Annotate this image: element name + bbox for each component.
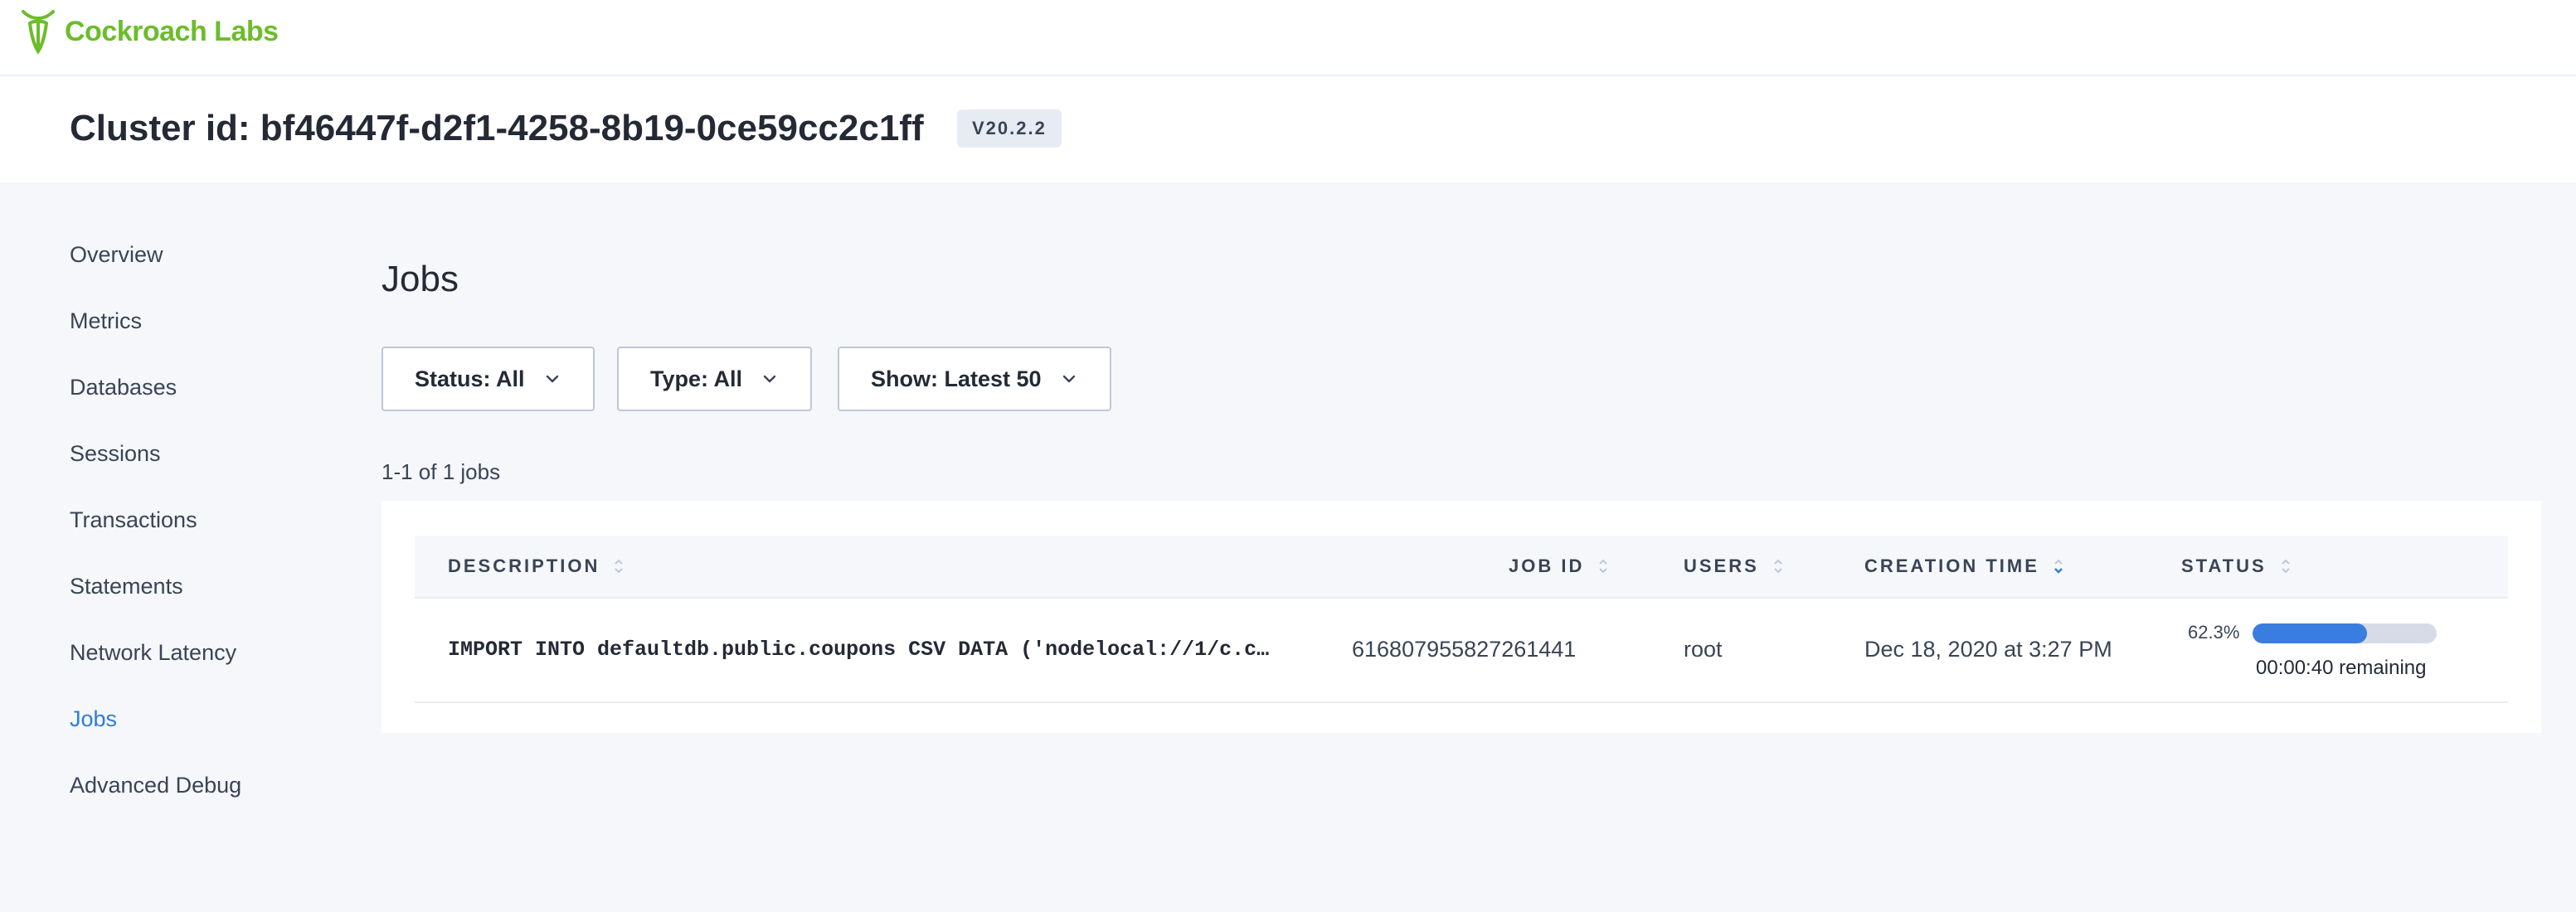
- sidebar-item-transactions[interactable]: Transactions: [70, 507, 197, 533]
- status-filter-label: Status: All: [415, 366, 525, 391]
- cockroach-logo-icon: [22, 10, 55, 55]
- column-label: USERS: [1684, 555, 1759, 576]
- chevron-down-icon: [763, 375, 776, 383]
- jobs-table: DESCRIPTION JOB ID USERS CREATION TIME S…: [382, 501, 2541, 733]
- type-filter-dropdown[interactable]: Type: All: [617, 347, 813, 411]
- job-description[interactable]: IMPORT INTO defaultdb.public.coupons CSV…: [448, 597, 1269, 701]
- top-header: Cockroach Labs: [0, 0, 2576, 76]
- column-header-users[interactable]: USERS: [1684, 536, 1784, 597]
- sort-icon: [1599, 559, 1608, 574]
- sort-icon: [1774, 559, 1782, 574]
- table-row[interactable]: IMPORT INTO defaultdb.public.coupons CSV…: [415, 597, 2508, 703]
- table-header: DESCRIPTION JOB ID USERS CREATION TIME S…: [415, 536, 2508, 599]
- sidebar-item-advanced-debug[interactable]: Advanced Debug: [70, 773, 241, 798]
- sidebar-item-databases[interactable]: Databases: [70, 375, 177, 400]
- version-badge: V20.2.2: [957, 109, 1062, 148]
- brand-name: Cockroach Labs: [65, 15, 279, 47]
- chevron-down-icon: [1062, 375, 1075, 383]
- cluster-id-title: Cluster id: bf46447f-d2f1-4258-8b19-0ce5…: [70, 108, 924, 148]
- status-filter-dropdown[interactable]: Status: All: [382, 347, 595, 411]
- type-filter-label: Type: All: [650, 366, 743, 391]
- brand-logo[interactable]: Cockroach Labs: [17, 8, 279, 55]
- job-creation-time: Dec 18, 2020 at 3:27 PM: [1864, 636, 2112, 662]
- sidebar-item-network-latency[interactable]: Network Latency: [70, 640, 236, 666]
- column-label: JOB ID: [1509, 555, 1585, 576]
- job-status: 62.3% 00:00:40 remaining: [2188, 614, 2437, 688]
- cluster-header: Cluster id: bf46447f-d2f1-4258-8b19-0ce5…: [0, 76, 2576, 182]
- sidebar-item-sessions[interactable]: Sessions: [70, 441, 161, 467]
- sidebar-item-metrics[interactable]: Metrics: [70, 308, 142, 334]
- sidebar-item-jobs[interactable]: Jobs: [70, 706, 117, 732]
- column-header-description[interactable]: DESCRIPTION: [448, 536, 625, 597]
- column-label: CREATION TIME: [1864, 555, 2039, 576]
- column-label: STATUS: [2181, 555, 2267, 576]
- column-label: DESCRIPTION: [448, 555, 600, 576]
- time-remaining: 00:00:40 remaining: [2256, 657, 2427, 679]
- column-header-job-id[interactable]: JOB ID: [1509, 536, 1609, 597]
- column-header-status[interactable]: STATUS: [2181, 536, 2292, 597]
- sidebar-item-overview[interactable]: Overview: [70, 242, 163, 268]
- progress-bar: [2253, 623, 2437, 643]
- show-filter-label: Show: Latest 50: [871, 366, 1042, 391]
- progress-bar-fill: [2253, 623, 2368, 643]
- sort-icon: [2282, 559, 2290, 574]
- chevron-down-icon: [546, 375, 558, 383]
- column-header-creation-time[interactable]: CREATION TIME: [1864, 536, 2064, 597]
- page-title: Jobs: [382, 259, 459, 299]
- sort-desc-icon: [2054, 559, 2063, 574]
- show-filter-dropdown[interactable]: Show: Latest 50: [838, 347, 1111, 411]
- sort-icon: [615, 559, 624, 574]
- sidebar-item-statements[interactable]: Statements: [70, 574, 183, 599]
- jobs-count: 1-1 of 1 jobs: [382, 459, 501, 484]
- job-user: root: [1684, 636, 1723, 662]
- job-id[interactable]: 616807955827261441: [1352, 597, 1576, 701]
- progress-percent: 62.3%: [2188, 622, 2240, 643]
